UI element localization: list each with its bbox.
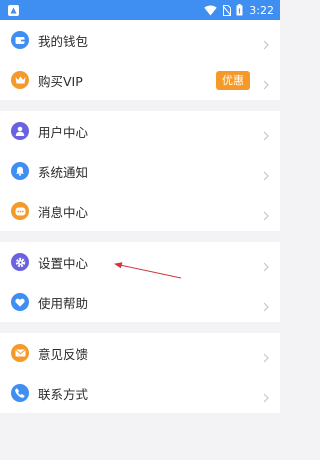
- menu-label-help: 使用帮助: [38, 295, 89, 311]
- chevron-right-icon: [262, 348, 270, 363]
- status-bar: ! 3:22: [0, 0, 280, 20]
- chevron-right-icon: [262, 166, 270, 181]
- menu-item-notifications[interactable]: 系统通知: [0, 151, 280, 191]
- heart-icon: [11, 293, 29, 311]
- user-icon: [11, 122, 29, 140]
- menu-label-vip: 购买VIP: [38, 73, 83, 89]
- menu-group-info: 用户中心 系统通知 消息中心: [0, 111, 280, 231]
- menu-label-messages: 消息中心: [38, 204, 89, 220]
- menu-label-feedback: 意见反馈: [38, 346, 89, 362]
- wifi-icon: [204, 1, 217, 20]
- menu-item-help[interactable]: 使用帮助: [0, 282, 280, 322]
- chevron-right-icon: [262, 35, 270, 50]
- menu-label-wallet: 我的钱包: [38, 33, 89, 49]
- wallet-icon: [11, 31, 29, 49]
- chevron-right-icon: [262, 388, 270, 403]
- crown-icon: [11, 71, 29, 89]
- menu-item-messages[interactable]: 消息中心: [0, 191, 280, 231]
- section-divider: [0, 100, 280, 111]
- chevron-right-icon: [262, 257, 270, 272]
- section-divider: [0, 231, 280, 242]
- gear-icon: [11, 253, 29, 271]
- phone-icon: [11, 384, 29, 402]
- message-icon: [11, 202, 29, 220]
- menu-item-settings[interactable]: 设置中心: [0, 242, 280, 282]
- clock: 3:22: [249, 3, 274, 17]
- menu-label-notifications: 系统通知: [38, 164, 89, 180]
- bell-icon: [11, 162, 29, 180]
- menu-group-account: 我的钱包 购买VIP 优惠: [0, 20, 280, 100]
- menu-item-user-center[interactable]: 用户中心: [0, 111, 280, 151]
- menu-label-user-center: 用户中心: [38, 124, 89, 140]
- chevron-right-icon: [262, 75, 270, 90]
- chevron-right-icon: [262, 297, 270, 312]
- menu-group-support: 意见反馈 联系方式: [0, 333, 280, 413]
- menu-group-settings: 设置中心 使用帮助: [0, 242, 280, 322]
- chevron-right-icon: [262, 126, 270, 141]
- battery-icon: !: [236, 1, 243, 20]
- discount-badge[interactable]: 优惠: [216, 70, 250, 90]
- menu-label-contact: 联系方式: [38, 386, 89, 402]
- mail-icon: [11, 344, 29, 362]
- no-sim-icon: [222, 1, 232, 20]
- section-divider: [0, 322, 280, 333]
- menu-label-settings: 设置中心: [38, 255, 89, 271]
- app-notification-icon: [8, 4, 19, 16]
- svg-text:!: !: [238, 7, 241, 15]
- menu-item-wallet[interactable]: 我的钱包: [0, 20, 280, 60]
- menu-item-contact[interactable]: 联系方式: [0, 373, 280, 413]
- menu-item-feedback[interactable]: 意见反馈: [0, 333, 280, 373]
- menu-item-vip[interactable]: 购买VIP 优惠: [0, 60, 280, 100]
- chevron-right-icon: [262, 206, 270, 221]
